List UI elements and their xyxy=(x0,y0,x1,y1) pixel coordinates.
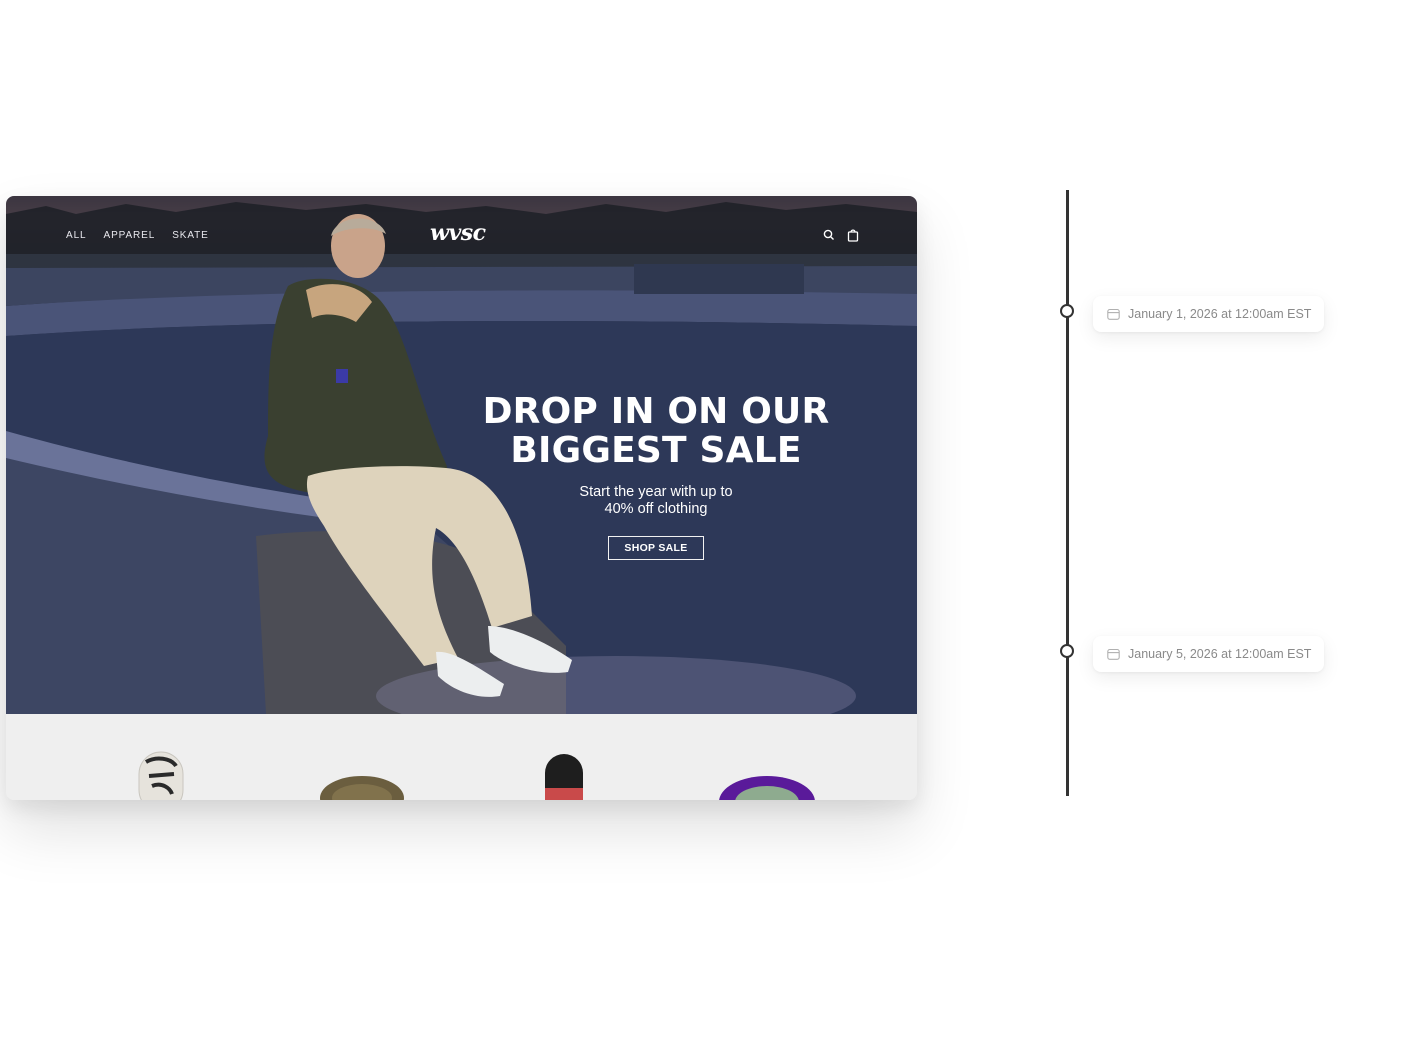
search-icon[interactable] xyxy=(822,228,836,242)
storefront-preview: ALL APPAREL SKATE wvsc DROP IN ON OUR BI… xyxy=(6,196,917,800)
shop-sale-button[interactable]: SHOP SALE xyxy=(608,536,704,560)
schedule-date: January 5, 2026 at 12:00am EST xyxy=(1128,647,1312,661)
timeline-node[interactable] xyxy=(1060,644,1074,658)
nav-link-apparel[interactable]: APPAREL xyxy=(104,230,156,241)
product-skateboard-2 xyxy=(545,754,583,800)
brand-logo[interactable]: wvsc xyxy=(430,220,486,246)
hero-headline: DROP IN ON OUR BIGGEST SALE xyxy=(482,391,830,471)
product-wheel-1 xyxy=(320,776,404,800)
calendar-icon xyxy=(1107,648,1120,660)
schedule-date: January 1, 2026 at 12:00am EST xyxy=(1128,307,1312,321)
product-thumbnails xyxy=(138,751,815,800)
product-skateboard-1 xyxy=(138,751,184,800)
nav-link-all[interactable]: ALL xyxy=(66,230,87,241)
nav-icons xyxy=(822,228,860,242)
product-wheel-2 xyxy=(719,776,815,800)
timeline-line xyxy=(1066,190,1069,796)
nav-link-skate[interactable]: SKATE xyxy=(172,230,209,241)
bag-icon[interactable] xyxy=(846,228,860,242)
hero-subline: Start the year with up to 40% off clothi… xyxy=(579,484,733,517)
hero-banner: ALL APPAREL SKATE wvsc DROP IN ON OUR BI… xyxy=(6,196,917,714)
schedule-card-1[interactable]: January 1, 2026 at 12:00am EST xyxy=(1093,296,1325,332)
timeline-node[interactable] xyxy=(1060,304,1074,318)
main-nav: ALL APPAREL SKATE xyxy=(66,230,209,241)
product-strip xyxy=(6,714,917,800)
schedule-card-2[interactable]: January 5, 2026 at 12:00am EST xyxy=(1093,636,1325,672)
hero-copy: DROP IN ON OUR BIGGEST SALE Start the ye… xyxy=(466,392,846,560)
calendar-icon xyxy=(1107,308,1120,320)
